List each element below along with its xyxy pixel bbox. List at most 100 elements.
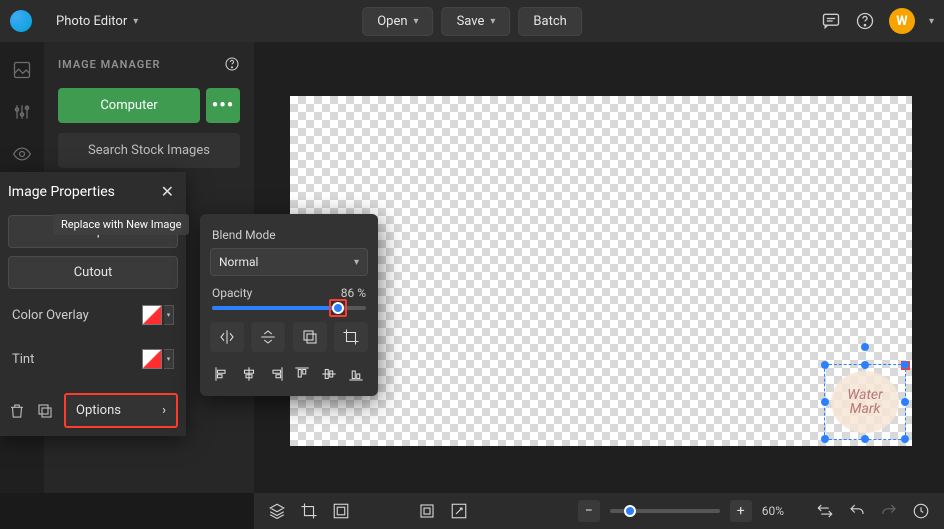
image-manager-button-row: Computer ••• [58, 88, 240, 123]
align-left-button[interactable] [210, 362, 234, 386]
color-overlay-row: Color Overlay ▾ [8, 297, 178, 333]
tint-row: Tint ▾ [8, 341, 178, 377]
history-icon[interactable] [912, 502, 930, 520]
rotate-handle[interactable] [861, 343, 869, 351]
comment-icon[interactable] [821, 11, 841, 31]
options-button[interactable]: Options › [64, 393, 178, 428]
selected-image-bbox[interactable]: Water Mark [824, 364, 906, 440]
opacity-slider-fill [212, 306, 338, 310]
top-center-group: Open ▾ Save ▾ Batch [362, 7, 582, 36]
zoom-in-button[interactable]: + [730, 500, 752, 522]
zoom-level-label: 60% [762, 504, 784, 518]
resize-handle-mt[interactable] [861, 361, 869, 369]
cutout-label: Cutout [74, 265, 113, 280]
color-overlay-swatch[interactable]: ▾ [142, 305, 174, 325]
watermark-line1: Water [847, 388, 882, 402]
crop-button[interactable] [334, 322, 368, 352]
chevron-right-icon: › [162, 403, 166, 418]
eye-tool-icon[interactable] [12, 144, 32, 164]
duplicate-icon[interactable] [36, 402, 54, 420]
swatch-none-icon [142, 305, 162, 325]
blend-mode-select[interactable]: Normal ▾ [210, 248, 368, 276]
app-title-label: Photo Editor [56, 14, 127, 29]
avatar-initial: W [896, 14, 907, 29]
image-manager-title: IMAGE MANAGER [58, 58, 160, 71]
resize-handle-mb[interactable] [861, 435, 869, 443]
top-right-group: W ▾ [821, 8, 934, 34]
resize-handle-bl[interactable] [821, 435, 829, 443]
help-icon[interactable] [855, 11, 875, 31]
flip-vertical-button[interactable] [251, 322, 285, 352]
chevron-down-icon: ▾ [490, 16, 495, 27]
chevron-down-icon: ▾ [133, 16, 138, 27]
save-button[interactable]: Save ▾ [442, 7, 511, 36]
opacity-slider[interactable] [212, 306, 366, 310]
watermark-image[interactable]: Water Mark [831, 371, 899, 433]
image-properties-panel: Image Properties ✕ Rep Replace with New … [0, 172, 186, 436]
chevron-down-icon[interactable]: ▾ [929, 16, 934, 27]
zoom-out-button[interactable]: − [578, 500, 600, 522]
bottom-right-group [816, 502, 930, 520]
undo-icon[interactable] [848, 502, 866, 520]
align-right-button[interactable] [264, 362, 288, 386]
align-row [210, 362, 368, 386]
redo-icon[interactable] [880, 502, 898, 520]
align-top-button[interactable] [290, 362, 314, 386]
image-properties-title: Image Properties [8, 184, 115, 200]
chevron-down-icon: ▾ [164, 305, 174, 325]
save-label: Save [457, 14, 485, 29]
fit-icon[interactable] [418, 502, 436, 520]
replace-image-button[interactable]: Rep Replace with New Image [8, 215, 178, 248]
bring-forward-button[interactable] [293, 322, 327, 352]
trash-icon[interactable] [8, 402, 26, 420]
app-logo [10, 10, 32, 32]
canvas[interactable]: Water Mark [290, 96, 912, 446]
compare-icon[interactable] [816, 502, 834, 520]
image-tool-icon[interactable] [12, 60, 32, 80]
resize-handle-tr[interactable] [901, 361, 909, 369]
more-images-button[interactable]: ••• [206, 88, 240, 123]
swatch-none-icon [142, 349, 162, 369]
user-avatar[interactable]: W [889, 8, 915, 34]
flip-horizontal-button[interactable] [210, 322, 244, 352]
resize-handle-mr[interactable] [901, 398, 909, 406]
batch-label: Batch [533, 14, 566, 29]
opacity-slider-thumb[interactable] [332, 302, 344, 314]
color-overlay-label: Color Overlay [12, 308, 89, 323]
help-icon[interactable] [224, 56, 240, 72]
close-icon[interactable]: ✕ [161, 182, 174, 201]
adjust-tool-icon[interactable] [12, 102, 32, 122]
align-center-v-button[interactable] [317, 362, 341, 386]
options-popover: Blend Mode Normal ▾ Opacity 86 % [200, 214, 378, 396]
resize-handle-tl[interactable] [821, 361, 829, 369]
replace-tooltip: Replace with New Image [53, 214, 189, 235]
opacity-slider-thumb-highlight [329, 299, 347, 317]
crop-icon[interactable] [300, 502, 318, 520]
blend-mode-value: Normal [219, 255, 258, 269]
zoom-controls: − + 60% [578, 500, 784, 522]
expand-icon[interactable] [450, 502, 468, 520]
open-button[interactable]: Open ▾ [362, 7, 433, 36]
zoom-slider-thumb[interactable] [624, 505, 636, 517]
watermark-line2: Mark [850, 402, 881, 416]
ellipsis-icon: ••• [212, 95, 234, 116]
resize-handle-br[interactable] [901, 435, 909, 443]
cutout-button[interactable]: Cutout [8, 256, 178, 289]
layers-icon[interactable] [268, 502, 286, 520]
tint-label: Tint [12, 352, 34, 367]
align-center-h-button[interactable] [237, 362, 261, 386]
batch-button[interactable]: Batch [518, 7, 581, 36]
tint-swatch[interactable]: ▾ [142, 349, 174, 369]
zoom-slider[interactable] [610, 509, 720, 513]
app-title-dropdown[interactable]: Photo Editor ▾ [46, 8, 148, 35]
computer-button[interactable]: Computer [58, 88, 200, 123]
opacity-label: Opacity [212, 286, 252, 300]
align-bottom-button[interactable] [344, 362, 368, 386]
chevron-down-icon: ▾ [164, 349, 174, 369]
search-stock-button[interactable]: Search Stock Images [58, 133, 240, 168]
resize-handle-ml[interactable] [821, 398, 829, 406]
image-properties-header: Image Properties ✕ [0, 172, 186, 207]
background-icon[interactable] [332, 502, 350, 520]
image-properties-footer: Options › [0, 385, 186, 436]
computer-label: Computer [100, 98, 157, 113]
